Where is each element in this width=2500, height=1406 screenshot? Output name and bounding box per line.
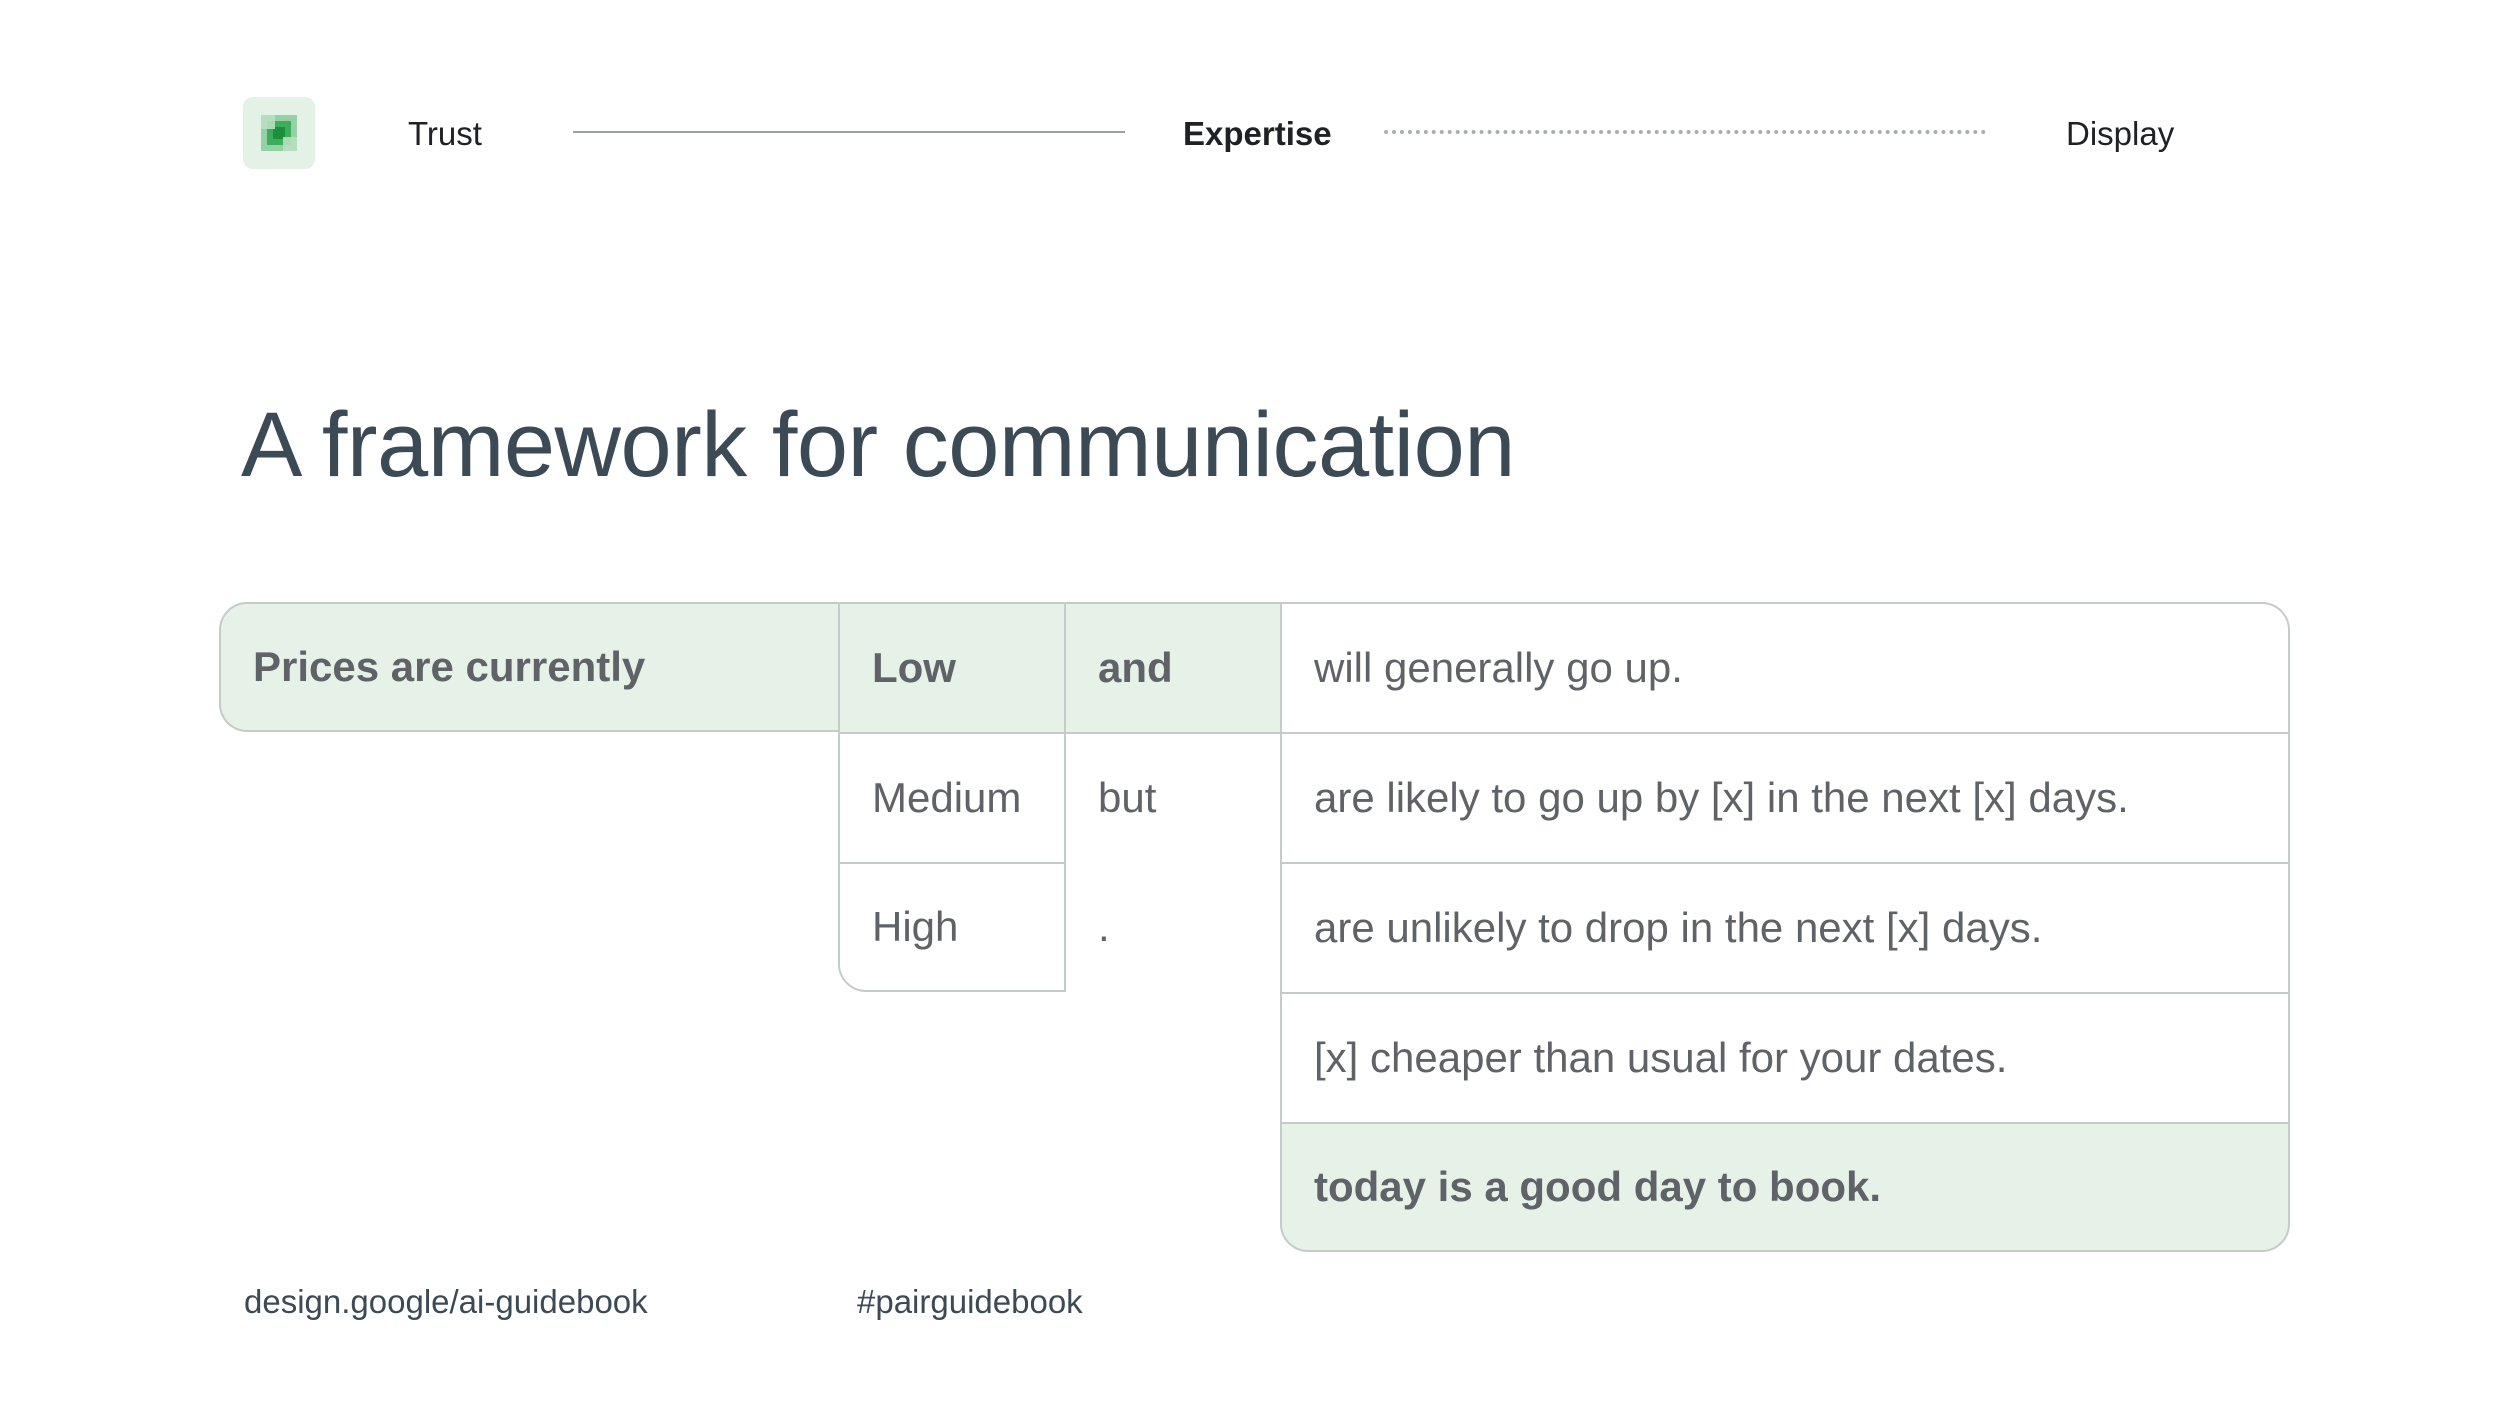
framework-conjunction-cell: but (1066, 732, 1282, 862)
framework-level-text: Low (872, 644, 956, 691)
framework-ending-cell: are unlikely to drop in the next [x] day… (1280, 862, 2290, 992)
framework-ending-cell: today is a good day to book. (1280, 1122, 2290, 1252)
framework-conjunction-text: . (1098, 903, 1110, 950)
framework-ending-text: are likely to go up by [x] in the next [… (1314, 774, 2129, 821)
framework-ending-text: [x] cheaper than usual for your dates. (1314, 1034, 2008, 1081)
footer-url: design.google/ai-guidebook (244, 1283, 648, 1320)
framework-level-cell: Low (838, 602, 1066, 732)
framework-prefix-cell: Prices are currently (219, 602, 838, 732)
framework-ending-cell: [x] cheaper than usual for your dates. (1280, 992, 2290, 1122)
nav-progress-line-completed (573, 131, 1125, 133)
nav-step-display[interactable]: Display (2066, 114, 2174, 154)
framework-level-cell: High (838, 862, 1066, 992)
framework-prefix-text: Prices are currently (253, 643, 646, 690)
framework-ending-text: are unlikely to drop in the next [x] day… (1314, 904, 2043, 951)
framework-level-text: High (872, 903, 959, 950)
page-title: A framework for communication (241, 394, 1515, 496)
framework-conjunction-cell: and (1066, 602, 1282, 732)
framework-conjunction-text: but (1098, 774, 1157, 821)
nav-step-expertise[interactable]: Expertise (1183, 114, 1332, 154)
framework-level-cell: Medium (838, 732, 1066, 862)
framework-level-text: Medium (872, 774, 1022, 821)
pair-logo-icon (243, 97, 315, 169)
framework-ending-text: will generally go up. (1314, 644, 1683, 691)
framework-ending-text: today is a good day to book. (1314, 1163, 1882, 1210)
framework-conjunction-text: and (1098, 644, 1173, 691)
nav-step-trust[interactable]: Trust (408, 114, 482, 154)
nav-progress-line-upcoming (1384, 130, 1986, 134)
framework-ending-cell: will generally go up. (1280, 602, 2290, 732)
framework-conjunction-cell: . (1066, 862, 1282, 992)
framework-ending-cell: are likely to go up by [x] in the next [… (1280, 732, 2290, 862)
footer-hashtag: #pairguidebook (857, 1283, 1083, 1320)
